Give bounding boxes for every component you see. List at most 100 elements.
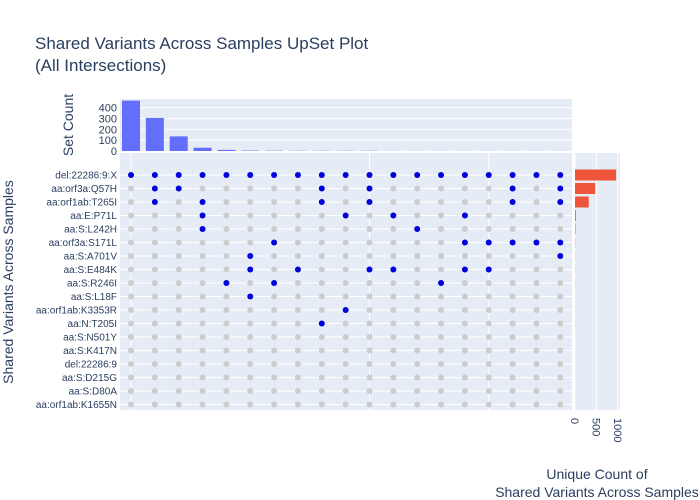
matrix-dot-inactive bbox=[366, 212, 373, 219]
unique-count-bar bbox=[575, 169, 617, 181]
matrix-dot-inactive bbox=[223, 320, 230, 327]
matrix-dot-active bbox=[199, 212, 206, 219]
matrix-dot-inactive bbox=[390, 185, 397, 192]
matrix-dot-active bbox=[485, 239, 492, 246]
matrix-dot-inactive bbox=[151, 374, 158, 381]
matrix-dot-inactive bbox=[533, 266, 540, 273]
matrix-dot-inactive bbox=[342, 374, 349, 381]
matrix-dot-inactive bbox=[318, 239, 325, 246]
matrix-dot-inactive bbox=[294, 185, 301, 192]
matrix-dot-inactive bbox=[461, 226, 468, 232]
matrix-dot-inactive bbox=[294, 239, 301, 246]
matrix-dot-inactive bbox=[485, 347, 492, 354]
matrix-dot-inactive bbox=[342, 239, 349, 246]
matrix-dot-active bbox=[271, 239, 278, 246]
matrix-dot-inactive bbox=[175, 199, 182, 205]
matrix-dot-inactive bbox=[223, 253, 230, 259]
matrix-dot-inactive bbox=[175, 388, 182, 394]
matrix-dot-active bbox=[461, 266, 468, 273]
matrix-dot-inactive bbox=[294, 293, 301, 300]
matrix-dot-active bbox=[318, 185, 325, 192]
matrix-dot-inactive bbox=[318, 212, 325, 219]
matrix-dot-inactive bbox=[390, 401, 397, 408]
matrix-dot-inactive bbox=[223, 401, 230, 408]
matrix-dot-inactive bbox=[128, 226, 134, 232]
matrix-dot-inactive bbox=[175, 334, 182, 340]
matrix-dot-inactive bbox=[461, 361, 468, 367]
matrix-dot-inactive bbox=[342, 266, 349, 273]
matrix-dot-inactive bbox=[485, 307, 492, 313]
matrix-dot-inactive bbox=[366, 361, 373, 367]
matrix-dot-inactive bbox=[247, 226, 254, 232]
matrix-dot-inactive bbox=[438, 388, 445, 394]
matrix-dot-inactive bbox=[509, 320, 516, 327]
matrix-dot-inactive bbox=[390, 388, 397, 394]
unique-count-tick-label: 0 bbox=[568, 418, 580, 424]
matrix-dot-inactive bbox=[557, 374, 564, 381]
matrix-dot-inactive bbox=[151, 388, 158, 394]
matrix-dot-inactive bbox=[342, 320, 349, 327]
set-count-bar bbox=[145, 117, 164, 151]
matrix-dot-inactive bbox=[509, 226, 516, 232]
matrix-dot-inactive bbox=[342, 334, 349, 340]
matrix-dot-active bbox=[509, 185, 516, 192]
matrix-dot-active bbox=[390, 172, 397, 178]
matrix-dot-inactive bbox=[342, 280, 349, 286]
matrix-dot-inactive bbox=[509, 280, 516, 286]
matrix-dot-inactive bbox=[366, 239, 373, 246]
matrix-dot-inactive bbox=[390, 226, 397, 232]
matrix-dot-inactive bbox=[366, 374, 373, 381]
matrix-dot-inactive bbox=[366, 347, 373, 354]
matrix-dot-inactive bbox=[199, 334, 206, 340]
matrix-dot-inactive bbox=[533, 388, 540, 394]
matrix-dot-active bbox=[199, 226, 206, 232]
matrix-dot-inactive bbox=[247, 199, 254, 205]
matrix-dot-inactive bbox=[390, 253, 397, 259]
matrix-dot-inactive bbox=[318, 347, 325, 354]
matrix-dot-active bbox=[509, 199, 516, 205]
matrix-dot-inactive bbox=[271, 374, 278, 381]
matrix-dot-inactive bbox=[199, 293, 206, 300]
matrix-dot-inactive bbox=[438, 347, 445, 354]
matrix-dot-inactive bbox=[271, 388, 278, 394]
set-count-bar bbox=[169, 136, 188, 151]
matrix-dot-inactive bbox=[223, 347, 230, 354]
matrix-dot-active bbox=[342, 307, 349, 313]
matrix-dot-active bbox=[414, 226, 421, 232]
matrix-dot-inactive bbox=[414, 280, 421, 286]
matrix-dot-inactive bbox=[342, 347, 349, 354]
matrix-dot-inactive bbox=[414, 401, 421, 408]
matrix-dot-inactive bbox=[461, 185, 468, 192]
matrix-dot-active bbox=[199, 172, 206, 178]
matrix-dot-inactive bbox=[485, 253, 492, 259]
matrix-dot-active bbox=[128, 172, 134, 178]
matrix-dot-inactive bbox=[247, 401, 254, 408]
matrix-dot-inactive bbox=[461, 401, 468, 408]
matrix-dot-active bbox=[151, 172, 158, 178]
matrix-dot-inactive bbox=[199, 185, 206, 192]
matrix-dot-inactive bbox=[128, 334, 134, 340]
matrix-row-label: del:22286:9 bbox=[65, 360, 118, 371]
matrix-dot-active bbox=[271, 172, 278, 178]
matrix-dot-inactive bbox=[461, 334, 468, 340]
matrix-dot-inactive bbox=[438, 401, 445, 408]
matrix-dot-inactive bbox=[175, 253, 182, 259]
matrix-dot-active bbox=[366, 266, 373, 273]
matrix-dot-inactive bbox=[485, 226, 492, 232]
matrix-dot-inactive bbox=[223, 239, 230, 246]
matrix-dot-inactive bbox=[318, 307, 325, 313]
matrix-dot-inactive bbox=[271, 401, 278, 408]
matrix-dot-inactive bbox=[199, 374, 206, 381]
matrix-dot-active bbox=[557, 185, 564, 192]
matrix-dot-active bbox=[557, 199, 564, 205]
matrix-dot-inactive bbox=[438, 361, 445, 367]
matrix-dot-active bbox=[366, 185, 373, 192]
matrix-dot-inactive bbox=[390, 280, 397, 286]
set-count-tick-label: 100 bbox=[99, 135, 117, 147]
matrix-dot-inactive bbox=[509, 334, 516, 340]
matrix-dot-inactive bbox=[533, 361, 540, 367]
matrix-row-label: aa:S:E484K bbox=[64, 265, 118, 276]
matrix-dot-inactive bbox=[533, 212, 540, 219]
matrix-dot-inactive bbox=[390, 307, 397, 313]
matrix-dot-inactive bbox=[461, 307, 468, 313]
